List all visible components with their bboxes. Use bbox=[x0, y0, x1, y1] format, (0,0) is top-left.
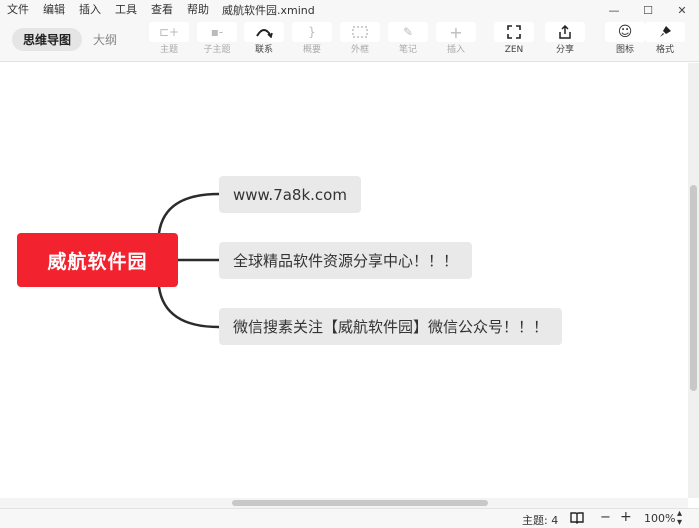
vertical-scrollbar-thumb[interactable] bbox=[690, 185, 697, 391]
subtopic-2[interactable]: 全球精品软件资源分享中心！！！ bbox=[219, 242, 473, 279]
status-bar: 主题: 4 − + 100% ▴ ▾ bbox=[0, 508, 699, 528]
zoom-stepper-icon[interactable]: ▴ ▾ bbox=[677, 509, 682, 528]
connector-line bbox=[157, 192, 220, 234]
subtopic-3[interactable]: 微信搜素关注【威航软件园】微信公众号！！！ bbox=[219, 308, 563, 345]
zoom-in-button[interactable]: + bbox=[620, 509, 632, 525]
topic-count: 主题: 4 bbox=[522, 514, 559, 527]
zoom-out-button[interactable]: − bbox=[600, 510, 611, 525]
connector-line bbox=[157, 286, 220, 329]
zoom-level: 100% bbox=[644, 512, 676, 525]
book-icon[interactable] bbox=[570, 510, 584, 528]
central-topic[interactable]: 威航软件园 bbox=[17, 233, 178, 287]
vertical-scrollbar[interactable] bbox=[688, 63, 699, 498]
horizontal-scrollbar-thumb[interactable] bbox=[232, 500, 488, 506]
subtopic-1[interactable]: www.7a8k.com bbox=[219, 176, 361, 213]
horizontal-scrollbar[interactable] bbox=[0, 498, 688, 508]
